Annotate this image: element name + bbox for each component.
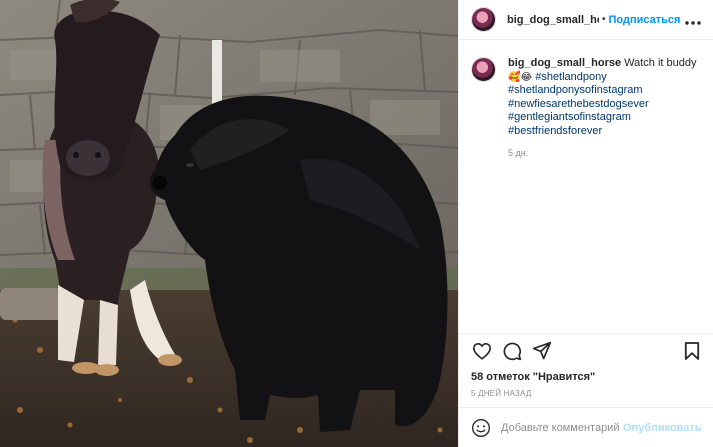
caption-username[interactable]: big_dog_small_horse: [508, 57, 621, 69]
comment-icon[interactable]: [501, 340, 523, 362]
caption-avatar[interactable]: [471, 57, 496, 82]
comment-input[interactable]: Добавьте комментарий...: [501, 422, 619, 434]
hashtag-link[interactable]: #newfiesarethebestdogsever: [508, 98, 697, 112]
instagram-post-window: big_dog_small_horse • Подписаться big_do…: [0, 0, 713, 447]
caption-timestamp[interactable]: 5 дн.: [508, 147, 697, 161]
bookmark-icon[interactable]: [681, 340, 703, 362]
hashtag-link[interactable]: #shetlandpony: [535, 71, 607, 83]
post-photo[interactable]: [0, 0, 458, 447]
caption-text: Watch it buddy: [624, 57, 697, 69]
hashtag-link[interactable]: #shetlandponysofinstagram: [508, 84, 697, 98]
author-username[interactable]: big_dog_small_horse: [507, 14, 599, 26]
author-avatar[interactable]: [471, 7, 496, 32]
share-icon[interactable]: [531, 340, 553, 362]
heart-icon[interactable]: [471, 340, 493, 362]
header-separator: •: [602, 14, 606, 25]
hashtag-link[interactable]: #bestfriendsforever: [508, 125, 697, 139]
action-bar: [459, 333, 713, 367]
post-header: big_dog_small_horse • Подписаться: [459, 0, 713, 40]
more-horizontal-icon[interactable]: [685, 12, 701, 28]
comment-box: Добавьте комментарий... Опубликовать: [459, 407, 713, 447]
photo-illustration: [0, 0, 458, 447]
follow-button[interactable]: Подписаться: [609, 14, 681, 26]
hashtag-link[interactable]: #gentlegiantsofinstagram: [508, 111, 697, 125]
publish-button[interactable]: Опубликовать: [623, 422, 702, 434]
post-caption: big_dog_small_horse Watch it buddy 🥰😂 #s…: [459, 40, 713, 333]
post-side-panel: big_dog_small_horse • Подписаться big_do…: [458, 0, 713, 447]
likes-count[interactable]: 58 отметок "Нравится": [459, 367, 713, 385]
smile-icon[interactable]: [471, 418, 491, 438]
posted-ago[interactable]: 5 ДНЕЙ НАЗАД: [459, 385, 713, 407]
rock: [0, 288, 62, 320]
caption-emojis: 🥰😂: [508, 71, 533, 83]
